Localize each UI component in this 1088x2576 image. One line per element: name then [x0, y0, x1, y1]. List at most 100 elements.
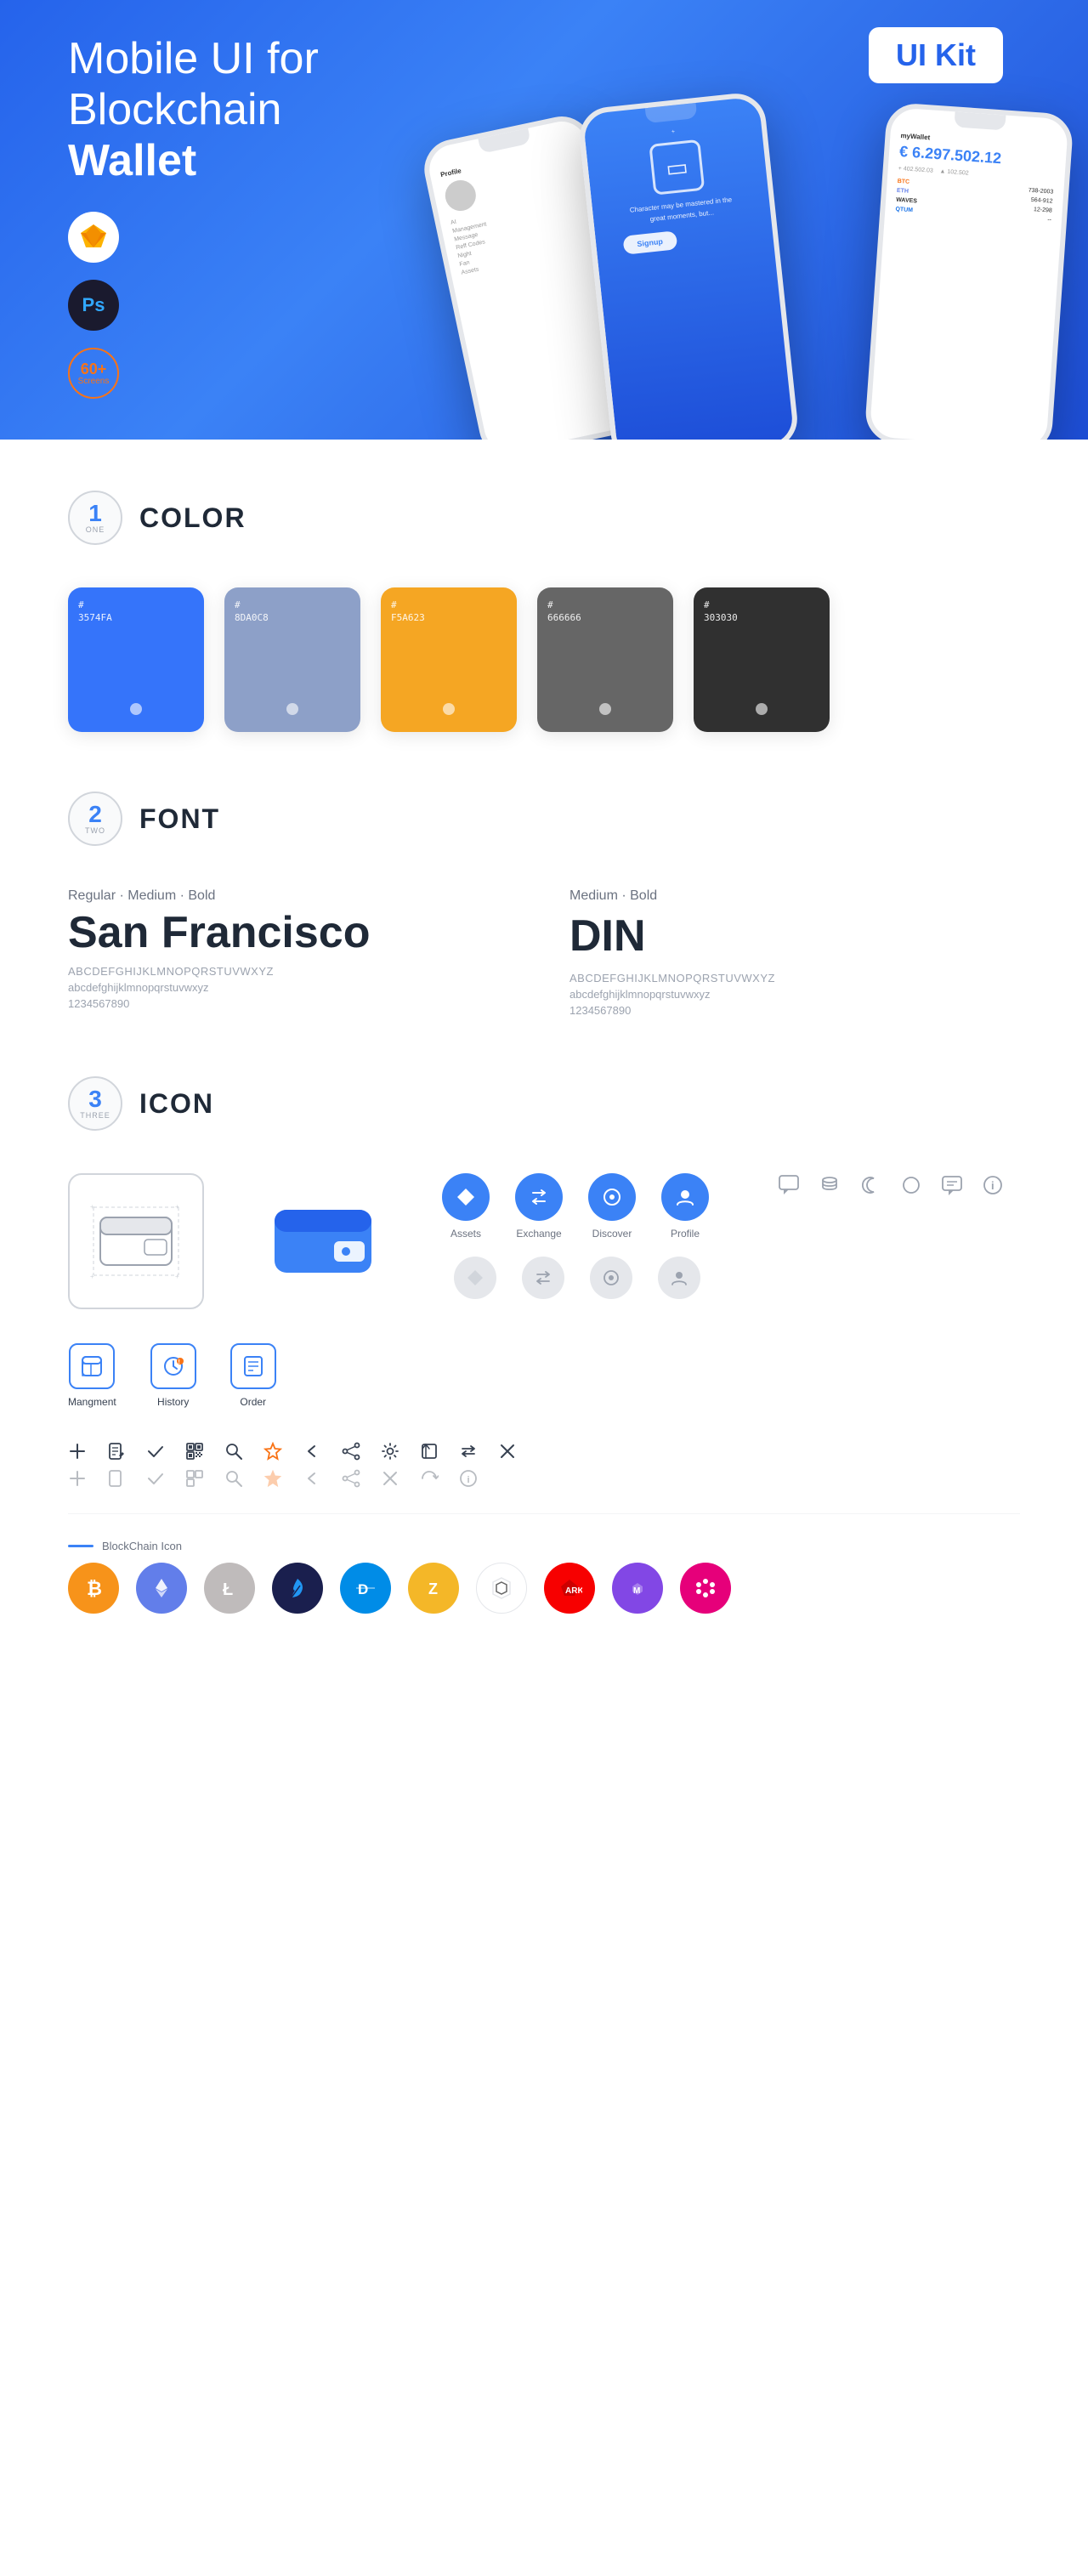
history-label: History: [157, 1396, 189, 1408]
icon-nav-discover-label: Discover: [592, 1228, 632, 1240]
font-sf-name: San Francisco: [68, 911, 518, 955]
wallet-blueprint-svg: + + + +: [85, 1199, 187, 1284]
font-grid: Regular · Medium · Bold San Francisco AB…: [68, 888, 1020, 1017]
info-icon: i: [981, 1173, 1005, 1197]
icon-section-header: 3 THREE ICON: [68, 1076, 1020, 1131]
check-gray-icon: [146, 1469, 165, 1488]
download-icon: [420, 1442, 439, 1461]
font-sf-numbers: 1234567890: [68, 997, 518, 1010]
phone-right: myWallet € 6.297.502.12 + 402.502.03 ▲ 1…: [864, 102, 1074, 440]
check-icon: [146, 1442, 165, 1461]
history-icon-box: !: [150, 1343, 196, 1389]
icon-section-number: 3 THREE: [68, 1076, 122, 1131]
ark-svg: ARK: [557, 1575, 582, 1601]
extra-small-icons-gray: i: [68, 1469, 1020, 1488]
color-title: COLOR: [139, 502, 246, 534]
hero-title-normal: Mobile UI for Blockchain: [68, 34, 319, 134]
ltc-svg: Ł: [217, 1575, 242, 1601]
feather-svg: [285, 1575, 310, 1601]
share-icon: [342, 1442, 360, 1461]
color-hex-amber: #F5A623: [391, 599, 425, 624]
color-swatch-slate: #8DA0C8: [224, 587, 360, 732]
hero-title-bold: Wallet: [68, 136, 196, 185]
badge-row-sketch: [68, 212, 340, 263]
font-din-upper: ABCDEFGHIJKLMNOPQRSTUVWXYZ: [570, 972, 1020, 984]
icon-nav-gray-assets: [454, 1257, 496, 1299]
color-number-big: 1: [88, 502, 102, 525]
main-content: 1 ONE COLOR #3574FA #8DA0C8 #F5A623 #666…: [0, 440, 1088, 1724]
svg-text:+: +: [90, 1203, 94, 1211]
icon-nav-exchange-circle: [515, 1173, 563, 1221]
icon-nav-discover-circle: [588, 1173, 636, 1221]
font-section: 2 TWO FONT Regular · Medium · Bold San F…: [68, 792, 1020, 1017]
settings-icon: [381, 1442, 400, 1461]
color-hex-slate: #8DA0C8: [235, 599, 269, 624]
icon-nav-profile-circle: [661, 1173, 709, 1221]
blockchain-line-decoration: [68, 1545, 94, 1547]
screens-number: 60+: [81, 361, 107, 377]
color-dot-blue: [130, 703, 142, 715]
svg-text:i: i: [468, 1475, 470, 1485]
swap-icon: [459, 1442, 478, 1461]
star-icon: [264, 1442, 282, 1461]
plus-gray-icon: [68, 1469, 87, 1488]
icon-number-big: 3: [88, 1087, 102, 1111]
font-din: Medium · Bold DIN ABCDEFGHIJKLMNOPQRSTUV…: [570, 888, 1020, 1017]
font-din-lower: abcdefghijklmnopqrstuvwxyz: [570, 988, 1020, 1001]
ethereum-icon: [136, 1563, 187, 1614]
discover-gray-icon: [602, 1268, 620, 1287]
wallet-blue-svg: [268, 1194, 378, 1288]
mgmt-icon-order: Order: [230, 1343, 276, 1408]
matic-svg: M: [625, 1575, 650, 1601]
stack-icon: [818, 1173, 842, 1197]
icon-grid-main: + + + +: [68, 1173, 1020, 1309]
hero-title: Mobile UI for Blockchain Wallet: [68, 34, 340, 186]
mgmt-icons-row: Mangment ! History: [68, 1343, 1020, 1408]
font-section-header: 2 TWO FONT: [68, 792, 1020, 846]
arrow-left-gray-icon: [303, 1469, 321, 1488]
svg-text:D: D: [358, 1581, 368, 1597]
font-sf-lower: abcdefghijklmnopqrstuvwxyz: [68, 981, 518, 994]
color-swatches: #3574FA #8DA0C8 #F5A623 #666666 #303030: [68, 587, 1020, 732]
icon-nav-assets-label: Assets: [450, 1228, 481, 1240]
sketch-badge: [68, 212, 119, 263]
mgmt-icon-management: Mangment: [68, 1343, 116, 1408]
order-icon: [241, 1354, 265, 1378]
x-gray-icon: [381, 1469, 400, 1488]
icon-nav-gray-exchange: [522, 1257, 564, 1299]
font-din-name: DIN: [570, 911, 1020, 962]
font-number-big: 2: [88, 803, 102, 826]
matic-icon: M: [612, 1563, 663, 1614]
icon-number-word: THREE: [80, 1111, 110, 1120]
icon-nav-profile-label: Profile: [671, 1228, 700, 1240]
exchange-icon: [528, 1186, 550, 1208]
nav-icons-bottom-row: [442, 1257, 709, 1299]
sketch-icon: [78, 222, 109, 252]
font-sf: Regular · Medium · Bold San Francisco AB…: [68, 888, 518, 1017]
color-dot-amber: [443, 703, 455, 715]
zcash-icon: Z: [408, 1563, 459, 1614]
order-icon-box: [230, 1343, 276, 1389]
bitcoin-icon: ₿: [68, 1563, 119, 1614]
color-swatch-blue: #3574FA: [68, 587, 204, 732]
svg-text:ARK: ARK: [565, 1586, 582, 1596]
color-dot-gray: [599, 703, 611, 715]
crypto-icons-row: ₿ Ł: [68, 1563, 1020, 1614]
dash-icon: D: [340, 1563, 391, 1614]
chat-square-icon: [940, 1173, 964, 1197]
zcash-svg: Z: [421, 1575, 446, 1601]
hero-badges: Ps 60+ Screens: [68, 212, 340, 406]
eth-svg: [149, 1575, 174, 1601]
icon-blueprint: + + + +: [68, 1173, 204, 1309]
color-hex-blue: #3574FA: [78, 599, 112, 624]
extra-side-icons: i: [777, 1173, 1005, 1197]
screens-badge: 60+ Screens: [68, 348, 119, 399]
icon-nav-assets: Assets: [442, 1173, 490, 1240]
blockchain-text-label: BlockChain Icon: [102, 1540, 182, 1552]
svg-text:₿: ₿: [87, 1578, 102, 1599]
phone-screen-center: + ▭ Character may be mastered in the gre…: [584, 112, 774, 267]
info-gray-icon: i: [459, 1469, 478, 1488]
moon-icon: [858, 1173, 882, 1197]
icon-nav-gray-discover: [590, 1257, 632, 1299]
assets-icon: [455, 1186, 477, 1208]
